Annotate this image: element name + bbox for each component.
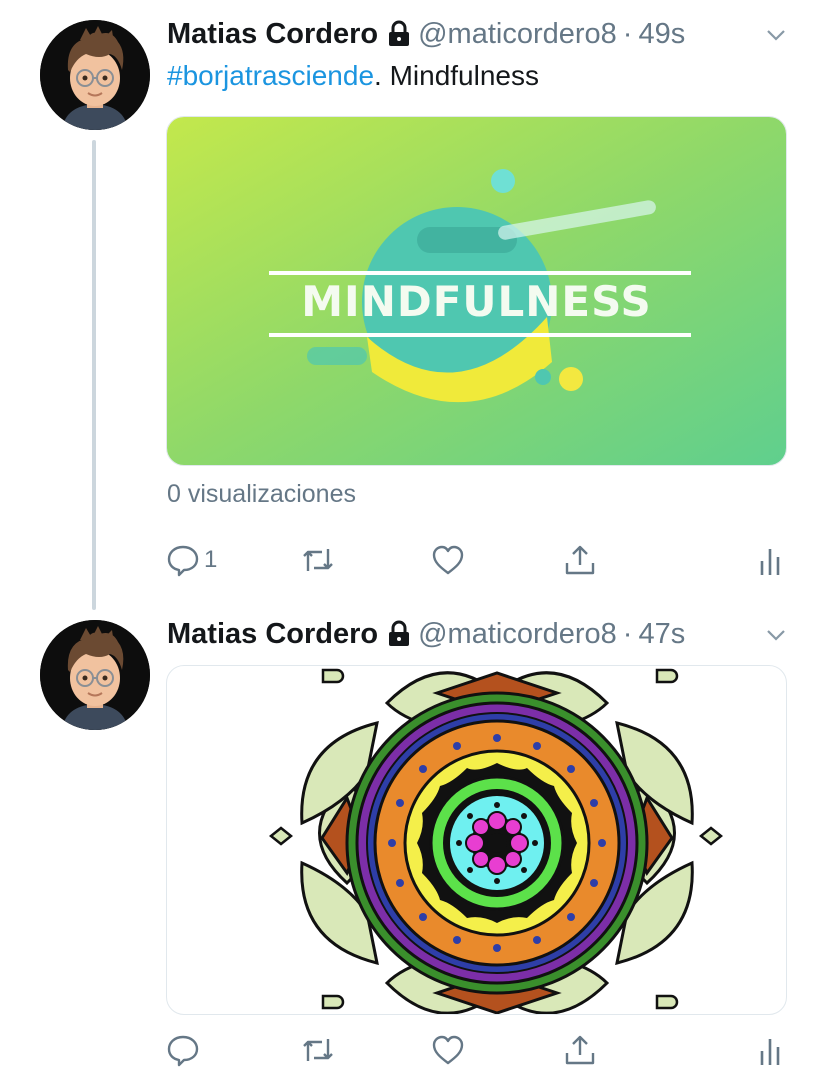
separator-dot: · (622, 17, 633, 50)
author-handle[interactable]: @maticordero8 (418, 18, 617, 51)
reply-icon (166, 1033, 200, 1067)
reply-button[interactable]: 1 (166, 540, 217, 580)
tweet-actions (0, 1030, 828, 1070)
analytics-icon (758, 543, 782, 577)
reply-count: 1 (204, 546, 218, 573)
author-name[interactable]: Matias Cordero (167, 18, 378, 51)
share-button[interactable] (563, 540, 597, 580)
mandala-illustration (268, 668, 724, 1014)
retweet-icon (300, 1033, 336, 1067)
like-icon (431, 543, 465, 577)
share-button[interactable] (563, 1030, 597, 1070)
analytics-button[interactable] (758, 1030, 782, 1070)
reply-icon (166, 543, 200, 577)
tweet-header: Matias Cordero @maticordero8 · 47s (167, 614, 788, 654)
separator-dot: · (622, 617, 633, 650)
retweet-button[interactable] (300, 540, 336, 580)
analytics-icon (758, 1033, 782, 1067)
hashtag-link[interactable]: #borjatrasciende (167, 60, 374, 91)
chevron-down-icon[interactable] (764, 622, 788, 646)
lock-icon (386, 620, 412, 648)
timestamp[interactable]: 47s (638, 618, 685, 651)
like-button[interactable] (431, 540, 465, 580)
tweet-header: Matias Cordero @maticordero8 · 49s (167, 14, 788, 54)
analytics-button[interactable] (758, 540, 782, 580)
avatar[interactable] (40, 20, 150, 130)
tweet-body: . Mindfulness (374, 60, 539, 91)
memoji-avatar-image (40, 620, 150, 730)
views-count: 0 visualizaciones (167, 480, 356, 508)
retweet-button[interactable] (300, 1030, 336, 1070)
like-button[interactable] (431, 1030, 465, 1070)
tweet-text: #borjatrasciende. Mindfulness (167, 60, 539, 92)
tweet-actions: 1 (0, 540, 828, 580)
tweet-1[interactable]: Matias Cordero @maticordero8 · 49s #borj… (0, 0, 828, 610)
like-icon (431, 1033, 465, 1067)
memoji-avatar-image (40, 20, 150, 130)
mandala-image[interactable] (166, 665, 787, 1015)
tweet-2[interactable]: Matias Cordero @maticordero8 · 47s (0, 610, 828, 1086)
share-icon (563, 1033, 597, 1067)
media-title: MINDFULNESS (301, 277, 652, 326)
video-thumbnail[interactable]: MINDFULNESS (166, 116, 787, 466)
reply-button[interactable] (166, 1030, 200, 1070)
share-icon (563, 543, 597, 577)
retweet-icon (300, 543, 336, 577)
lock-icon (386, 20, 412, 48)
avatar[interactable] (40, 620, 150, 730)
chevron-down-icon[interactable] (764, 22, 788, 46)
author-name[interactable]: Matias Cordero (167, 618, 378, 651)
author-handle[interactable]: @maticordero8 (418, 618, 617, 651)
timestamp[interactable]: 49s (638, 18, 685, 51)
